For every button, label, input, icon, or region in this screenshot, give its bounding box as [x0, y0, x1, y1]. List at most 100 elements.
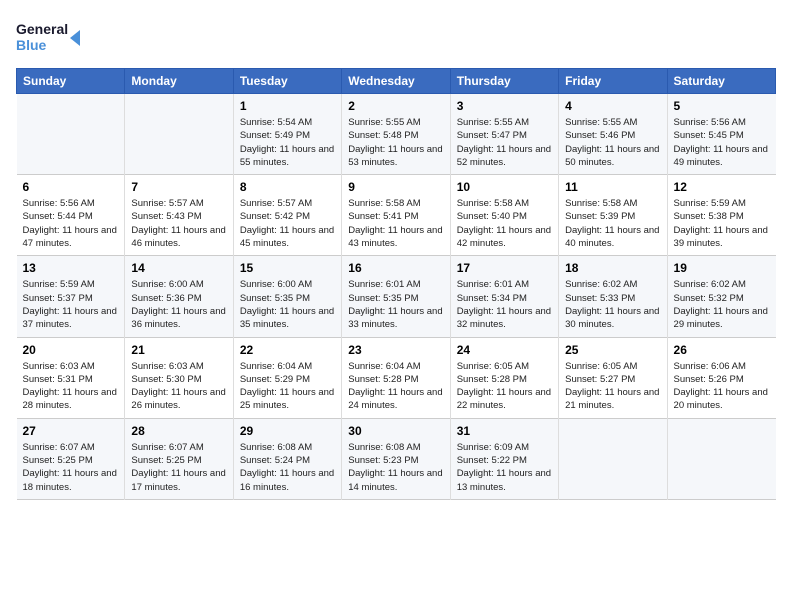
svg-text:Blue: Blue [16, 37, 47, 53]
day-number: 21 [131, 343, 226, 357]
day-number: 11 [565, 180, 660, 194]
calendar-table: SundayMondayTuesdayWednesdayThursdayFrid… [16, 68, 776, 500]
week-row-5: 27 Sunrise: 6:07 AMSunset: 5:25 PMDayligh… [17, 418, 776, 499]
day-number: 10 [457, 180, 552, 194]
day-cell: 16Sunrise: 6:01 AMSunset: 5:35 PMDayligh… [342, 256, 450, 337]
day-info: Sunrise: 6:07 AMSunset: 5:25 PMDaylight:… [131, 441, 226, 494]
week-row-4: 20 Sunrise: 6:03 AMSunset: 5:31 PMDayligh… [17, 337, 776, 418]
day-cell: 26Sunrise: 6:06 AMSunset: 5:26 PMDayligh… [667, 337, 775, 418]
day-info: Sunrise: 5:55 AMSunset: 5:47 PMDaylight:… [457, 116, 552, 169]
day-cell: 17Sunrise: 6:01 AMSunset: 5:34 PMDayligh… [450, 256, 558, 337]
day-cell: 27 Sunrise: 6:07 AMSunset: 5:25 PMDayligh… [17, 418, 125, 499]
day-info: Sunrise: 5:54 AMSunset: 5:49 PMDaylight:… [240, 116, 335, 169]
day-cell: 6Sunrise: 5:56 AMSunset: 5:44 PMDaylight… [17, 175, 125, 256]
day-info: Sunrise: 5:56 AMSunset: 5:44 PMDaylight:… [23, 197, 119, 250]
day-info: Sunrise: 6:03 AMSunset: 5:30 PMDaylight:… [131, 360, 226, 413]
day-number: 26 [674, 343, 770, 357]
header-cell-friday: Friday [559, 69, 667, 94]
day-cell: 3 Sunrise: 5:55 AMSunset: 5:47 PMDaylight… [450, 94, 558, 175]
day-info: Sunrise: 6:07 AMSunset: 5:25 PMDaylight:… [23, 441, 119, 494]
day-number: 18 [565, 261, 660, 275]
day-info: Sunrise: 5:56 AMSunset: 5:45 PMDaylight:… [674, 116, 770, 169]
svg-text:General: General [16, 21, 68, 37]
day-number: 14 [131, 261, 226, 275]
day-number: 4 [565, 99, 660, 113]
day-cell: 8 Sunrise: 5:57 AMSunset: 5:42 PMDaylight… [233, 175, 341, 256]
day-info: Sunrise: 6:08 AMSunset: 5:24 PMDaylight:… [240, 441, 335, 494]
day-number: 1 [240, 99, 335, 113]
day-number: 30 [348, 424, 443, 438]
day-info: Sunrise: 5:55 AMSunset: 5:48 PMDaylight:… [348, 116, 443, 169]
page-header: GeneralBlue [16, 16, 776, 60]
day-number: 31 [457, 424, 552, 438]
day-number: 17 [457, 261, 552, 275]
day-cell: 22 Sunrise: 6:04 AMSunset: 5:29 PMDayligh… [233, 337, 341, 418]
day-info: Sunrise: 6:02 AMSunset: 5:32 PMDaylight:… [674, 278, 770, 331]
logo-svg: GeneralBlue [16, 16, 86, 60]
day-info: Sunrise: 5:55 AMSunset: 5:46 PMDaylight:… [565, 116, 660, 169]
day-info: Sunrise: 5:59 AMSunset: 5:38 PMDaylight:… [674, 197, 770, 250]
day-number: 8 [240, 180, 335, 194]
day-cell: 14 Sunrise: 6:00 AMSunset: 5:36 PMDayligh… [125, 256, 233, 337]
day-number: 15 [240, 261, 335, 275]
calendar-header: SundayMondayTuesdayWednesdayThursdayFrid… [17, 69, 776, 94]
day-info: Sunrise: 6:04 AMSunset: 5:28 PMDaylight:… [348, 360, 443, 413]
day-cell: 23 Sunrise: 6:04 AMSunset: 5:28 PMDayligh… [342, 337, 450, 418]
day-number: 5 [674, 99, 770, 113]
day-cell: 12 Sunrise: 5:59 AMSunset: 5:38 PMDayligh… [667, 175, 775, 256]
day-number: 19 [674, 261, 770, 275]
day-info: Sunrise: 6:00 AMSunset: 5:36 PMDaylight:… [131, 278, 226, 331]
day-info: Sunrise: 5:57 AMSunset: 5:43 PMDaylight:… [131, 197, 226, 250]
day-number: 9 [348, 180, 443, 194]
day-number: 12 [674, 180, 770, 194]
day-info: Sunrise: 5:58 AMSunset: 5:41 PMDaylight:… [348, 197, 443, 250]
day-info: Sunrise: 6:09 AMSunset: 5:22 PMDaylight:… [457, 441, 552, 494]
header-cell-tuesday: Tuesday [233, 69, 341, 94]
day-cell: 20 Sunrise: 6:03 AMSunset: 5:31 PMDayligh… [17, 337, 125, 418]
day-cell: 13 Sunrise: 5:59 AMSunset: 5:37 PMDayligh… [17, 256, 125, 337]
day-cell: 18 Sunrise: 6:02 AMSunset: 5:33 PMDayligh… [559, 256, 667, 337]
header-row: SundayMondayTuesdayWednesdayThursdayFrid… [17, 69, 776, 94]
day-cell: 4 Sunrise: 5:55 AMSunset: 5:46 PMDaylight… [559, 94, 667, 175]
day-number: 28 [131, 424, 226, 438]
day-cell: 5 Sunrise: 5:56 AMSunset: 5:45 PMDaylight… [667, 94, 775, 175]
week-row-2: 6Sunrise: 5:56 AMSunset: 5:44 PMDaylight… [17, 175, 776, 256]
week-row-3: 13 Sunrise: 5:59 AMSunset: 5:37 PMDayligh… [17, 256, 776, 337]
day-info: Sunrise: 5:57 AMSunset: 5:42 PMDaylight:… [240, 197, 335, 250]
day-cell: 30 Sunrise: 6:08 AMSunset: 5:23 PMDayligh… [342, 418, 450, 499]
day-cell: 28 Sunrise: 6:07 AMSunset: 5:25 PMDayligh… [125, 418, 233, 499]
day-cell [17, 94, 125, 175]
logo: GeneralBlue [16, 16, 86, 60]
day-info: Sunrise: 6:02 AMSunset: 5:33 PMDaylight:… [565, 278, 660, 331]
day-cell: 31 Sunrise: 6:09 AMSunset: 5:22 PMDayligh… [450, 418, 558, 499]
day-info: Sunrise: 6:05 AMSunset: 5:28 PMDaylight:… [457, 360, 552, 413]
day-cell: 10 Sunrise: 5:58 AMSunset: 5:40 PMDayligh… [450, 175, 558, 256]
day-info: Sunrise: 6:04 AMSunset: 5:29 PMDaylight:… [240, 360, 335, 413]
day-number: 25 [565, 343, 660, 357]
day-cell [125, 94, 233, 175]
day-number: 20 [23, 343, 119, 357]
day-info: Sunrise: 5:58 AMSunset: 5:40 PMDaylight:… [457, 197, 552, 250]
header-cell-sunday: Sunday [17, 69, 125, 94]
day-cell: 25 Sunrise: 6:05 AMSunset: 5:27 PMDayligh… [559, 337, 667, 418]
header-cell-thursday: Thursday [450, 69, 558, 94]
day-info: Sunrise: 6:08 AMSunset: 5:23 PMDaylight:… [348, 441, 443, 494]
day-info: Sunrise: 6:05 AMSunset: 5:27 PMDaylight:… [565, 360, 660, 413]
day-number: 16 [348, 261, 443, 275]
day-number: 23 [348, 343, 443, 357]
day-number: 2 [348, 99, 443, 113]
day-cell [559, 418, 667, 499]
day-number: 27 [23, 424, 119, 438]
day-number: 22 [240, 343, 335, 357]
day-info: Sunrise: 6:03 AMSunset: 5:31 PMDaylight:… [23, 360, 119, 413]
day-number: 3 [457, 99, 552, 113]
day-info: Sunrise: 6:00 AMSunset: 5:35 PMDaylight:… [240, 278, 335, 331]
day-info: Sunrise: 5:58 AMSunset: 5:39 PMDaylight:… [565, 197, 660, 250]
calendar-body: 1 Sunrise: 5:54 AMSunset: 5:49 PMDaylight… [17, 94, 776, 500]
header-cell-monday: Monday [125, 69, 233, 94]
day-cell: 15 Sunrise: 6:00 AMSunset: 5:35 PMDayligh… [233, 256, 341, 337]
day-cell [667, 418, 775, 499]
day-info: Sunrise: 5:59 AMSunset: 5:37 PMDaylight:… [23, 278, 119, 331]
day-cell: 11 Sunrise: 5:58 AMSunset: 5:39 PMDayligh… [559, 175, 667, 256]
day-number: 13 [23, 261, 119, 275]
